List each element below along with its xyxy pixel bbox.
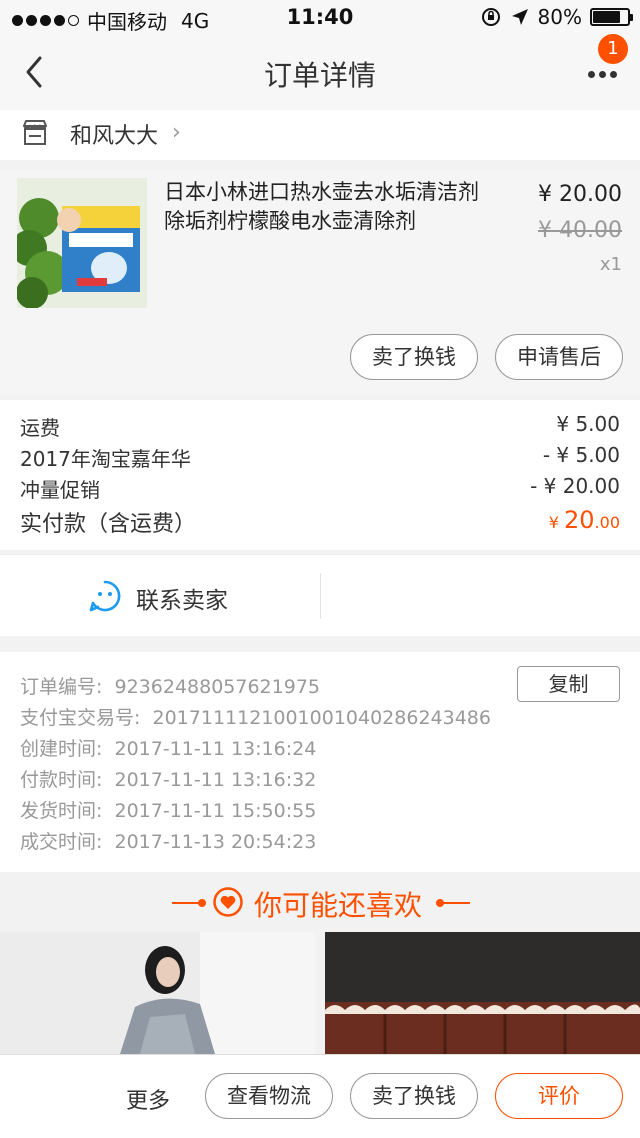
fee-row-promotion: 2017年淘宝嘉年华 - ¥ 5.00	[20, 443, 620, 473]
dot-icon	[609, 70, 617, 78]
info-label: 支付宝交易号:	[20, 707, 141, 729]
info-label: 发货时间:	[20, 800, 103, 822]
fee-label: 2017年淘宝嘉年华	[20, 447, 191, 471]
review-button[interactable]: 评价	[495, 1073, 623, 1119]
after-sale-button[interactable]: 申请售后	[495, 334, 623, 380]
contact-seller-label: 联系卖家	[136, 588, 228, 614]
fee-row-discount: 冲量促销 - ¥ 20.00	[20, 474, 620, 504]
status-right: 80%	[480, 5, 633, 29]
chat-face-icon	[89, 580, 121, 612]
completed-time-row: 成交时间: 2017-11-13 20:54:23	[20, 827, 316, 857]
heart-circle-icon	[213, 887, 243, 917]
info-label: 成交时间:	[20, 831, 103, 853]
product-card[interactable]: 日本小林进口热水壶去水垢清洁剂除垢剂柠檬酸电水壶清除剂 ¥ 20.00 ¥ 40…	[0, 170, 640, 394]
status-bar: 中国移动 4G 11:40 80%	[0, 0, 640, 36]
product-title[interactable]: 日本小林进口热水壶去水垢清洁剂除垢剂柠檬酸电水壶清除剂	[164, 178, 494, 236]
created-time-row: 创建时间: 2017-11-11 13:16:24	[20, 734, 316, 764]
total-currency: ¥	[548, 513, 564, 532]
location-arrow-icon	[511, 9, 528, 25]
product-image[interactable]	[17, 178, 147, 308]
recommend-title: 你可能还喜欢	[254, 889, 423, 922]
product-price: ¥ 20.00	[538, 182, 622, 207]
total-label: 实付款（含运费）	[20, 512, 197, 537]
dot-icon	[587, 70, 595, 78]
fee-value: - ¥ 5.00	[542, 443, 620, 467]
battery-icon	[590, 8, 633, 26]
alipay-trade-row: 支付宝交易号: 2017111121001001040286243486	[20, 703, 491, 733]
fee-label: 冲量促销	[20, 478, 100, 502]
shipped-time-row: 发货时间: 2017-11-11 15:50:55	[20, 796, 316, 826]
fee-value: - ¥ 20.00	[530, 474, 620, 498]
shop-row[interactable]: 和风大大 ›	[0, 110, 640, 160]
view-logistics-button[interactable]: 查看物流	[205, 1073, 333, 1119]
chevron-right-icon: ›	[172, 120, 181, 145]
decor-line	[440, 902, 470, 904]
sell-for-cash-button[interactable]: 卖了换钱	[350, 334, 478, 380]
recommend-item-image[interactable]	[0, 932, 315, 1054]
cosmetics-photo	[325, 932, 640, 1054]
total-paid-row: 实付款（含运费） ¥ 20.00	[20, 506, 620, 537]
battery-percent: 80%	[537, 5, 582, 29]
rotation-lock-icon	[481, 8, 500, 26]
paid-time-row: 付款时间: 2017-11-11 13:16:32	[20, 765, 316, 795]
completed-time: 2017-11-13 20:54:23	[114, 831, 317, 853]
product-original-price: ¥ 40.00	[538, 218, 622, 243]
contact-section: 联系卖家	[0, 554, 640, 636]
info-label: 付款时间:	[20, 769, 103, 791]
paid-time: 2017-11-11 13:16:32	[114, 769, 317, 791]
total-value: ¥ 20.00	[549, 506, 620, 534]
copy-button[interactable]: 复制	[517, 666, 620, 702]
battery-fill	[593, 11, 621, 23]
shipped-time: 2017-11-11 15:50:55	[114, 800, 317, 822]
store-icon	[23, 120, 47, 145]
order-number-row: 订单编号: 92362488057621975	[20, 672, 320, 702]
nav-bar: 订单详情 1	[0, 34, 640, 110]
page-title: 订单详情	[263, 59, 376, 92]
fee-summary: 运费 ¥ 5.00 2017年淘宝嘉年华 - ¥ 5.00 冲量促销 - ¥ 2…	[0, 400, 640, 550]
info-label: 订单编号:	[20, 676, 103, 698]
product-quantity: x1	[599, 254, 622, 275]
bottom-action-bar: 更多 查看物流 卖了换钱 评价	[0, 1054, 640, 1138]
recommend-item-image[interactable]	[325, 932, 640, 1054]
created-time: 2017-11-11 13:16:24	[114, 738, 317, 760]
divider	[320, 573, 321, 619]
recommend-header: 你可能还喜欢	[0, 872, 640, 932]
sell-for-cash-bottom-button[interactable]: 卖了换钱	[350, 1073, 478, 1119]
total-decimal: .00	[594, 513, 620, 532]
notification-badge: 1	[598, 34, 628, 64]
fee-label: 运费	[20, 416, 60, 440]
info-label: 创建时间:	[20, 738, 103, 760]
total-integer: 20	[564, 506, 595, 534]
alipay-trade-number[interactable]: 2017111121001001040286243486	[153, 707, 491, 729]
fee-row-shipping: 运费 ¥ 5.00	[20, 412, 620, 442]
product-thumbnail	[17, 178, 147, 308]
dot-icon	[598, 70, 606, 78]
more-button[interactable]: 更多	[126, 1083, 170, 1115]
fee-value: ¥ 5.00	[556, 412, 620, 436]
order-info: 复制 订单编号: 92362488057621975 支付宝交易号: 20171…	[0, 652, 640, 872]
contact-seller-button[interactable]: 联系卖家	[0, 555, 320, 637]
decor-dot	[198, 899, 206, 907]
shop-name: 和风大大	[70, 124, 159, 149]
fashion-photo	[0, 932, 315, 1054]
order-number[interactable]: 92362488057621975	[115, 676, 321, 698]
